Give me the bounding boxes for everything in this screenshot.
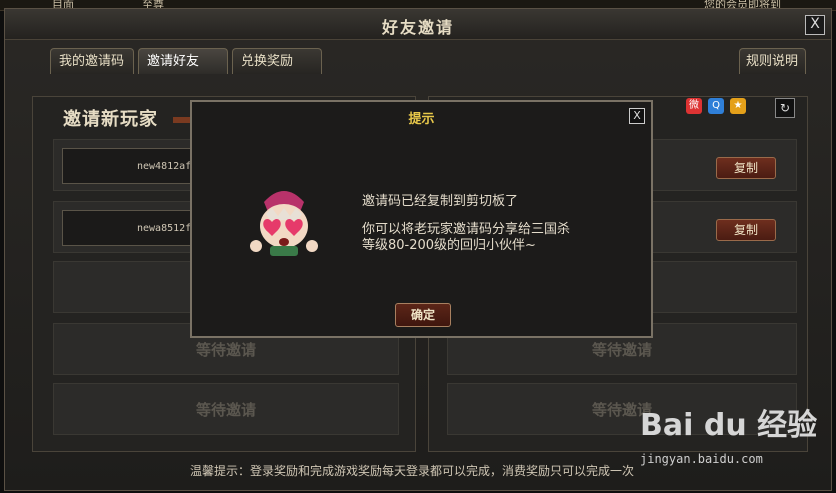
- tip-modal: 提示 X 邀请码已经复制到剪切板了 你可以将老玩家邀请码分享给三国杀 等级80-…: [190, 100, 653, 338]
- window-titlebar: 好友邀请 X: [5, 9, 831, 40]
- tab-my-invite-code[interactable]: 我的邀请码: [50, 48, 134, 74]
- watermark-url: jingyan.baidu.com: [640, 452, 763, 466]
- invite-slot-5: 等待邀请: [53, 383, 399, 435]
- modal-message-1: 邀请码已经复制到剪切板了: [362, 194, 519, 209]
- panel-title: 邀请新玩家: [63, 109, 158, 130]
- tab-redeem-rewards[interactable]: 兑换奖励: [232, 48, 322, 74]
- copy-button-1[interactable]: 复制: [716, 157, 776, 179]
- refresh-icon[interactable]: ↻: [775, 98, 795, 118]
- rules-button[interactable]: 规则说明: [739, 48, 806, 74]
- mascot-icon: [250, 191, 318, 256]
- star-icon[interactable]: ★: [730, 98, 746, 114]
- qq-icon[interactable]: Q: [708, 98, 724, 114]
- waiting-label: 等待邀请: [195, 401, 256, 419]
- modal-title: 提示: [408, 112, 435, 127]
- ok-button[interactable]: 确定: [395, 303, 451, 327]
- tab-invite-friends[interactable]: 邀请好友: [138, 48, 228, 74]
- window-title: 好友邀请: [381, 18, 454, 37]
- watermark-logo: Bai du 经验: [640, 408, 818, 443]
- baidu-watermark: Bai du 经验 jingyan.baidu.com: [640, 400, 818, 466]
- copy-button-2[interactable]: 复制: [716, 219, 776, 241]
- weibo-icon[interactable]: 微: [686, 98, 702, 114]
- window-close-button[interactable]: X: [805, 15, 825, 35]
- modal-message-3: 等级80-200级的回归小伙伴~: [362, 238, 536, 253]
- modal-close-button[interactable]: X: [629, 108, 645, 124]
- footer-tip: 温馨提示：登录奖励和完成游戏奖励每天登录都可以完成，消费奖励只可以完成一次: [190, 464, 635, 478]
